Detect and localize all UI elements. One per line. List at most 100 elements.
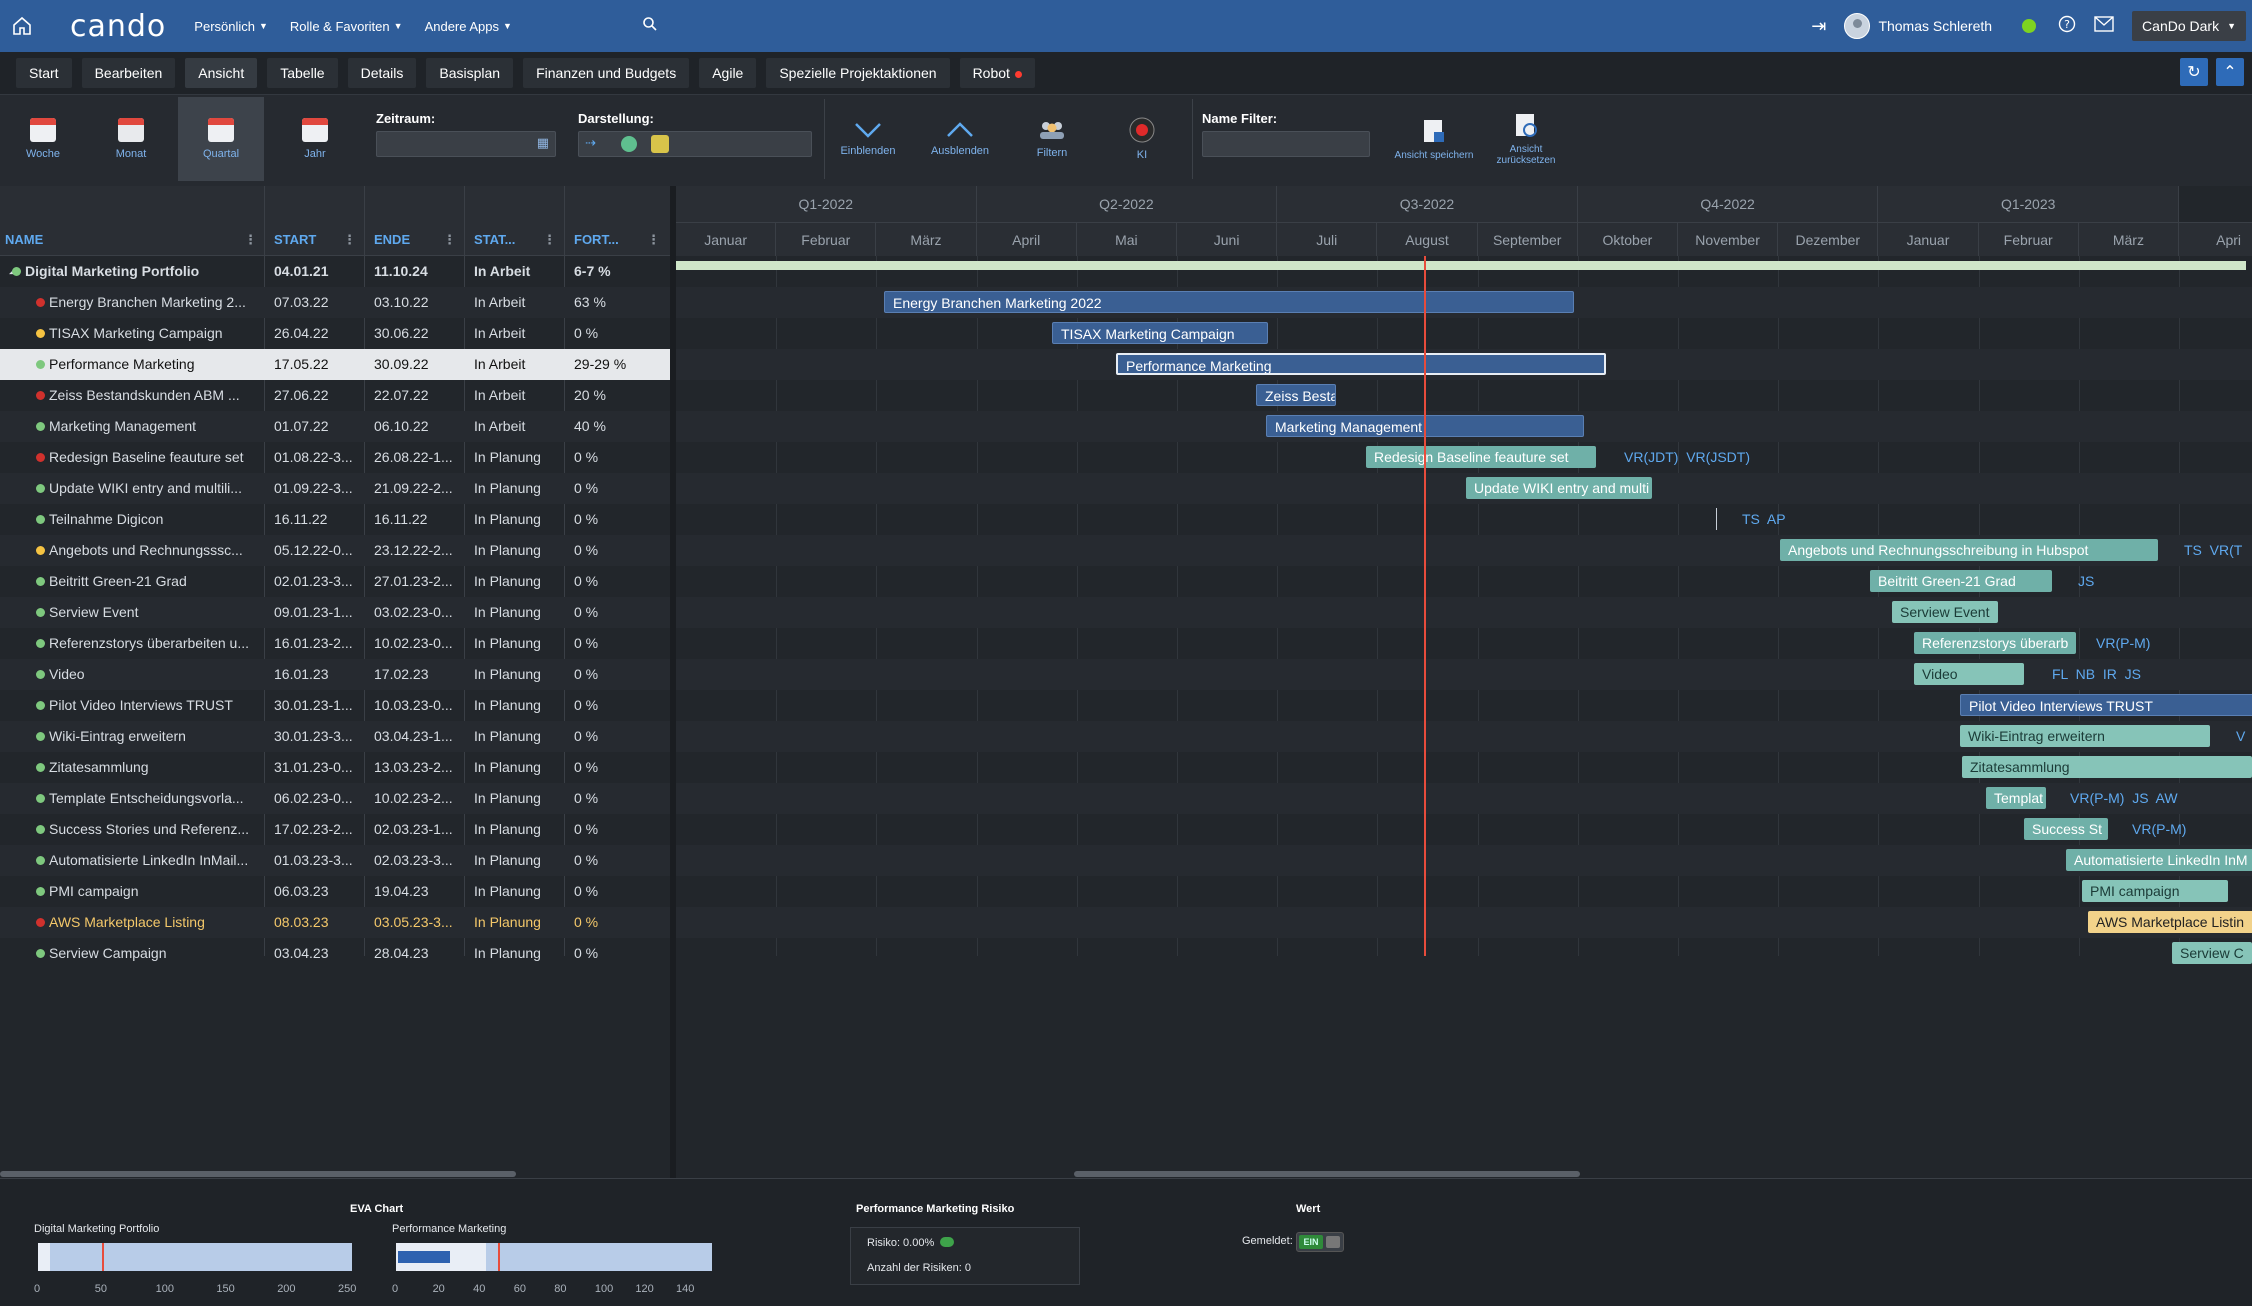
help-icon[interactable]: ? <box>2058 15 2076 38</box>
search-button[interactable] <box>642 16 658 37</box>
gantt-bar[interactable]: Zeiss Besta <box>1256 384 1336 406</box>
gantt-bar[interactable]: Redesign Baseline feauture set <box>1366 446 1596 468</box>
gantt-bar[interactable]: Update WIKI entry and multi <box>1466 477 1652 499</box>
table-row[interactable]: Energy Branchen Marketing 2... 07.03.22 03… <box>0 287 670 318</box>
tab-basisplan[interactable]: Basisplan <box>426 58 514 88</box>
gantt-bar[interactable]: Referenzstorys überarb <box>1914 632 2076 654</box>
view-woche-button[interactable]: Woche <box>0 97 86 181</box>
home-button[interactable] <box>0 0 44 52</box>
column-menu-icon[interactable]: ⋮ <box>343 232 356 248</box>
chart-style-icon[interactable] <box>621 136 637 152</box>
column-menu-icon[interactable]: ⋮ <box>543 232 556 248</box>
svg-text:?: ? <box>2064 18 2070 31</box>
table-row[interactable]: Beitritt Green-21 Grad 02.01.23-3... 27.01… <box>0 566 670 597</box>
table-row[interactable]: Update WIKI entry and multili... 01.09.22… <box>0 473 670 504</box>
gantt-bar[interactable]: Angebots und Rechnungsschreibung in Hubs… <box>1780 539 2158 561</box>
table-row[interactable]: Automatisierte LinkedIn InMail... 01.03.2… <box>0 845 670 876</box>
gantt-bar[interactable]: Zitatesammlung <box>1962 756 2252 778</box>
table-row[interactable]: Angebots und Rechnungsssc... 05.12.22-0..… <box>0 535 670 566</box>
gantt-bar[interactable]: Automatisierte LinkedIn InM <box>2066 849 2252 871</box>
table-row[interactable]: Video 16.01.23 17.02.23 In Planung 0 % <box>0 659 670 690</box>
settings-style-icon[interactable] <box>651 135 669 153</box>
gantt-horizontal-scrollbar[interactable] <box>1074 1171 1580 1177</box>
tab-bearbeiten[interactable]: Bearbeiten <box>81 58 176 88</box>
zeitraum-field[interactable]: ▦ <box>376 131 556 157</box>
column-header-name[interactable]: NAME ⋮ <box>5 232 257 248</box>
gantt-bar[interactable]: Pilot Video Interviews TRUST <box>1960 694 2252 716</box>
view-jahr-button[interactable]: Jahr <box>272 97 358 181</box>
gantt-bar[interactable]: TISAX Marketing Campaign <box>1052 322 1268 344</box>
table-row[interactable]: PMI campaign 06.03.23 19.04.23 In Planung 0 … <box>0 876 670 907</box>
gemeldet-toggle[interactable]: EIN <box>1296 1232 1344 1252</box>
logout-icon[interactable]: ⇥ <box>1811 16 1826 37</box>
table-row[interactable]: Teilnahme Digicon 16.11.22 16.11.22 In Plan… <box>0 504 670 535</box>
grid-horizontal-scrollbar[interactable] <box>0 1171 516 1177</box>
menu-andere-apps[interactable]: Andere Apps ▼ <box>425 19 512 34</box>
tab-tabelle[interactable]: Tabelle <box>267 58 338 88</box>
table-row[interactable]: Zeiss Bestandskunden ABM ... 27.06.22 22.0… <box>0 380 670 411</box>
column-menu-icon[interactable]: ⋮ <box>443 232 456 248</box>
table-row[interactable]: Pilot Video Interviews TRUST 30.01.23-1..… <box>0 690 670 721</box>
darstellung-field[interactable]: ⇢ <box>578 131 812 157</box>
milestone-marker[interactable] <box>1716 508 1717 530</box>
column-header-status[interactable]: STAT... ⋮ <box>474 232 556 248</box>
gantt-bar[interactable]: Serview Event <box>1892 601 1998 623</box>
column-header-start[interactable]: START ⋮ <box>274 232 356 248</box>
gantt-bar[interactable]: Energy Branchen Marketing 2022 <box>884 291 1574 313</box>
table-row[interactable]: Success Stories und Referenz... 17.02.23-… <box>0 814 670 845</box>
column-header-fortschritt[interactable]: FORT... ⋮ <box>574 232 660 248</box>
tab-projektaktionen[interactable]: Spezielle Projektaktionen <box>766 58 950 88</box>
table-row[interactable]: Performance Marketing 17.05.22 30.09.22 In … <box>0 349 670 380</box>
gantt-bar[interactable]: Performance Marketing <box>1116 353 1606 375</box>
ansicht-speichern-button[interactable]: Ansicht speichern <box>1392 97 1476 181</box>
column-header-ende[interactable]: ENDE ⋮ <box>374 232 456 248</box>
gantt-bar[interactable]: Beitritt Green-21 Grad <box>1870 570 2052 592</box>
axis-tick-label: 60 <box>513 1283 526 1295</box>
tab-finanzen[interactable]: Finanzen und Budgets <box>523 58 690 88</box>
view-quartal-button[interactable]: Quartal <box>178 97 264 181</box>
column-menu-icon[interactable]: ⋮ <box>244 232 257 248</box>
column-menu-icon[interactable]: ⋮ <box>647 232 660 248</box>
ausblenden-button[interactable]: Ausblenden <box>918 97 1002 181</box>
gantt-bar[interactable]: Video <box>1914 663 2024 685</box>
gantt-bar[interactable]: Serview C <box>2172 942 2252 964</box>
column-label: START <box>274 232 317 247</box>
table-row[interactable]: ◢Digital Marketing Portfolio04.01.2111.1… <box>0 256 670 287</box>
name-filter-input[interactable] <box>1202 131 1370 157</box>
gantt-bar[interactable]: PMI campaign <box>2082 880 2228 902</box>
table-row[interactable]: Zitatesammlung 31.01.23-0... 13.03.23-2...… <box>0 752 670 783</box>
table-row[interactable]: Wiki-Eintrag erweitern 30.01.23-3... 03.04… <box>0 721 670 752</box>
menu-rolle-favoriten[interactable]: Rolle & Favoriten ▼ <box>290 19 403 34</box>
ki-button[interactable]: KI <box>1100 97 1184 181</box>
table-row[interactable]: Referenzstorys überarbeiten u... 16.01.23… <box>0 628 670 659</box>
table-row[interactable]: Template Entscheidungsvorla... 06.02.23-0… <box>0 783 670 814</box>
table-row[interactable]: Marketing Management 01.07.22 06.10.22 In A… <box>0 411 670 442</box>
collapse-ribbon-button[interactable]: ⌃ <box>2216 58 2244 86</box>
tab-agile[interactable]: Agile <box>699 58 757 88</box>
table-row[interactable]: Serview Campaign 03.04.23 28.04.23 In Planu… <box>0 938 670 969</box>
gantt-bar[interactable]: Wiki-Eintrag erweitern <box>1960 725 2210 747</box>
menu-persoenlich[interactable]: Persönlich ▼ <box>194 19 268 34</box>
gantt-bar[interactable]: Success St <box>2024 818 2108 840</box>
einblenden-button[interactable]: Einblenden <box>826 97 910 181</box>
tab-ansicht[interactable]: Ansicht <box>185 58 258 88</box>
calendar-picker-icon[interactable]: ▦ <box>537 135 549 151</box>
mail-icon[interactable] <box>2094 15 2114 37</box>
view-monat-button[interactable]: Monat <box>88 97 174 181</box>
table-row[interactable]: Serview Event 09.01.23-1... 03.02.23-0... I… <box>0 597 670 628</box>
filtern-button[interactable]: Filtern <box>1010 97 1094 181</box>
theme-select[interactable]: CanDo Dark ▼ <box>2132 11 2246 41</box>
table-row[interactable]: TISAX Marketing Campaign 26.04.22 30.06.22… <box>0 318 670 349</box>
gantt-bar[interactable]: Templat <box>1986 787 2046 809</box>
tab-robot[interactable]: Robot <box>959 58 1035 88</box>
table-row[interactable]: AWS Marketplace Listing 08.03.23 03.05.23-… <box>0 907 670 938</box>
user-menu[interactable]: Thomas Schlereth <box>1844 13 1992 39</box>
tab-details[interactable]: Details <box>347 58 417 88</box>
refresh-button[interactable]: ↻ <box>2180 58 2208 86</box>
gantt-bar[interactable]: AWS Marketplace Listin <box>2088 911 2252 933</box>
tab-start[interactable]: Start <box>16 58 72 88</box>
ribbon-separator <box>824 99 825 179</box>
table-row[interactable]: Redesign Baseline feauture set 01.08.22-3… <box>0 442 670 473</box>
portfolio-summary-bar[interactable] <box>676 261 2246 270</box>
ansicht-zuruecksetzen-button[interactable]: Ansicht zurücksetzen <box>1484 97 1568 181</box>
